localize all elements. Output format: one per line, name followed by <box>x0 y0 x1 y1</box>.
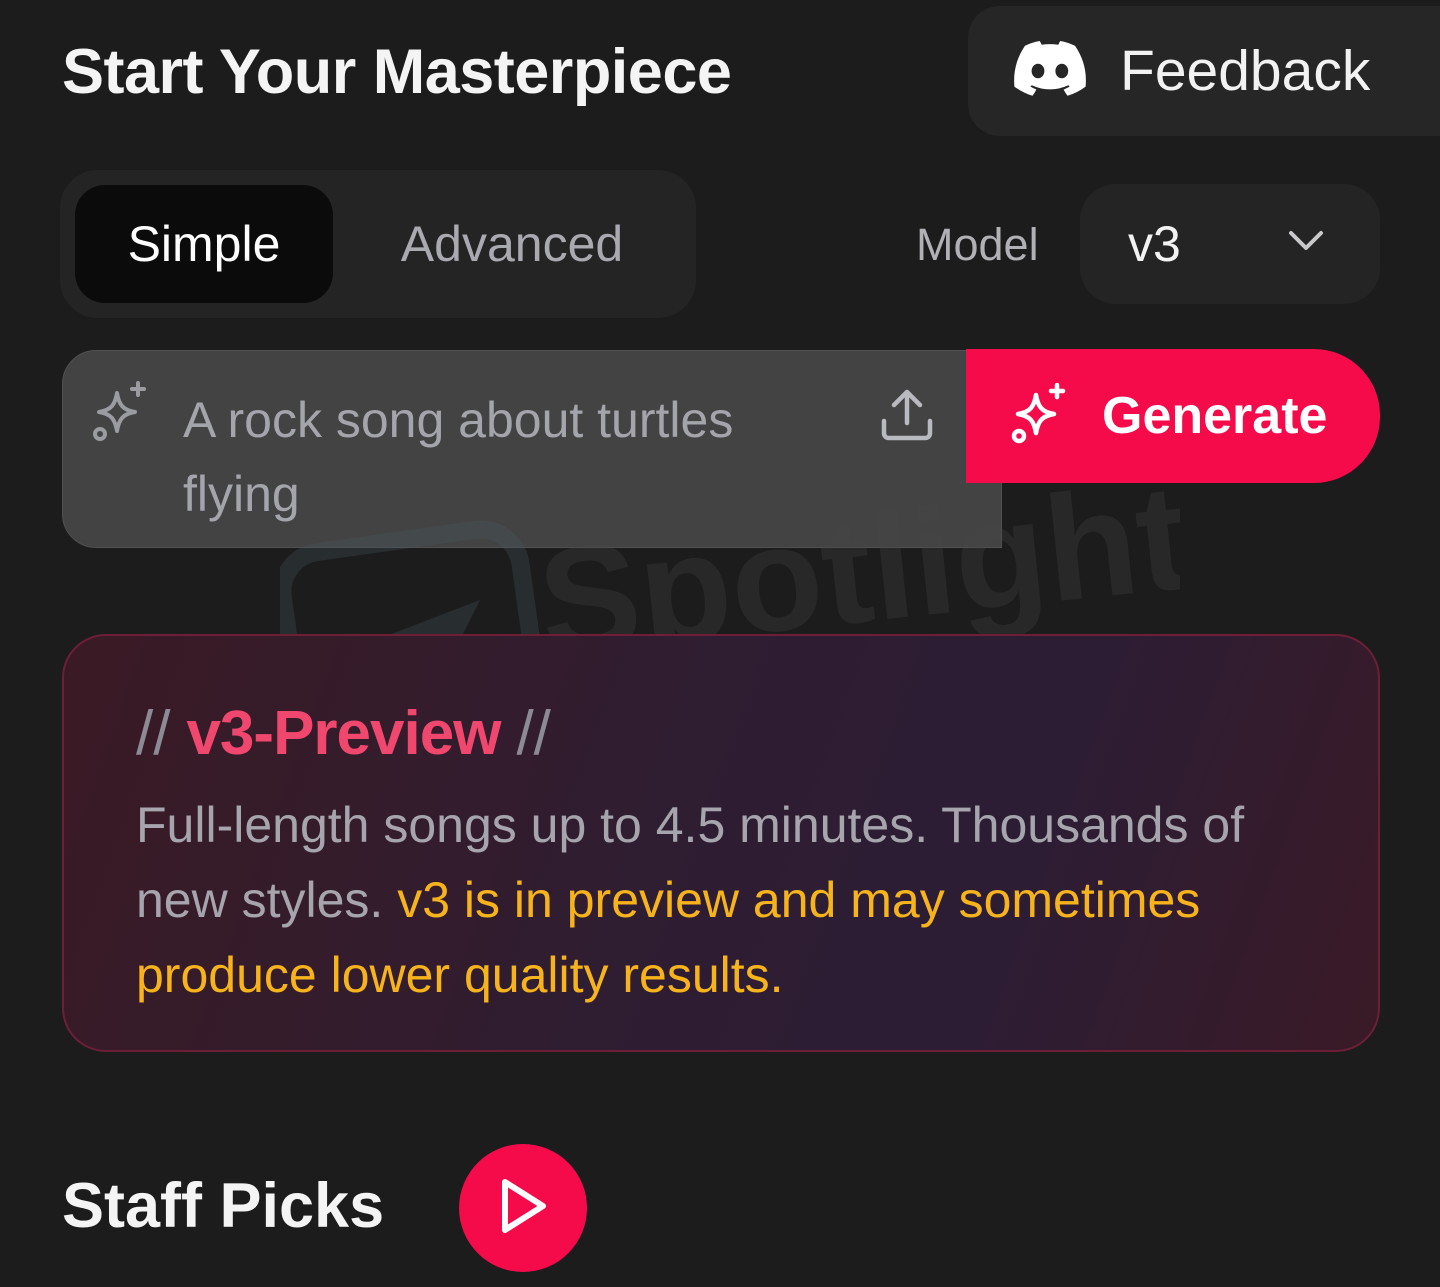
page-title: Start Your Masterpiece <box>62 37 732 107</box>
upload-icon[interactable] <box>879 387 935 448</box>
generate-label: Generate <box>1102 387 1328 445</box>
v3-preview-notice: //v3-Preview// Full-length songs up to 4… <box>62 634 1380 1052</box>
tab-simple[interactable]: Simple <box>75 185 333 303</box>
sparkles-icon <box>91 381 153 448</box>
prompt-input[interactable]: A rock song about turtles flying <box>183 383 843 531</box>
notice-body: Full-length songs up to 4.5 minutes. Tho… <box>136 788 1316 1013</box>
chevron-down-icon <box>1288 230 1324 257</box>
prompt-field[interactable]: A rock song about turtles flying <box>62 350 1002 548</box>
model-select[interactable]: v3 <box>1080 184 1380 304</box>
staff-picks-title: Staff Picks <box>62 1171 385 1241</box>
model-value: v3 <box>1128 216 1181 272</box>
feedback-label: Feedback <box>1120 38 1371 103</box>
notice-slash-close: // <box>516 699 551 768</box>
feedback-button[interactable]: Feedback <box>968 6 1440 136</box>
mode-toggle: Simple Advanced <box>60 170 696 318</box>
notice-tag: v3-Preview <box>186 699 501 768</box>
model-label: Model <box>916 219 1039 270</box>
play-icon <box>495 1176 551 1241</box>
notice-slash-open: // <box>136 699 171 768</box>
staff-picks-play-button[interactable] <box>459 1144 587 1272</box>
sparkles-icon <box>1010 382 1072 450</box>
discord-icon <box>1014 40 1086 102</box>
generate-button[interactable]: Generate <box>966 349 1380 483</box>
create-page: Start Your Masterpiece Feedback Simple A… <box>0 0 1440 1287</box>
notice-heading: //v3-Preview// <box>136 698 551 770</box>
tab-advanced[interactable]: Advanced <box>345 185 679 303</box>
